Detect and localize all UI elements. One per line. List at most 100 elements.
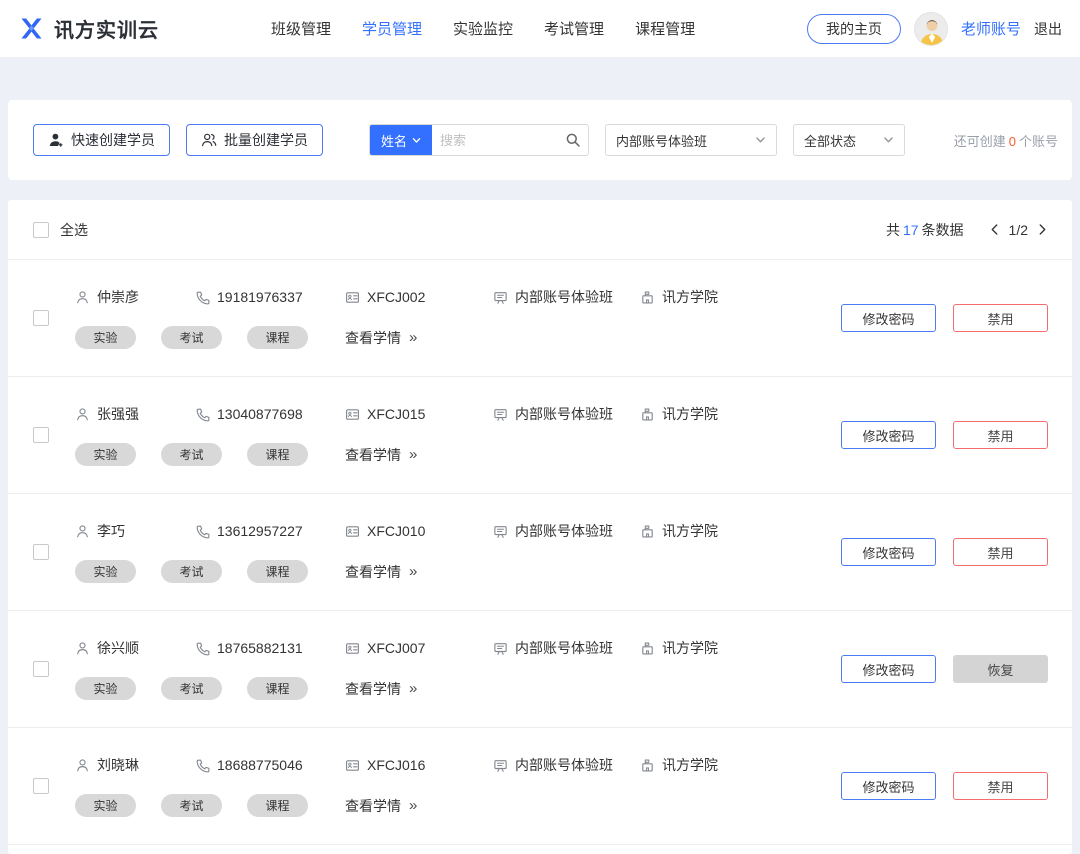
class-board-icon: [493, 641, 508, 656]
row-checkbox[interactable]: [33, 544, 49, 560]
row-main: 李巧 13612957227 XFCJ010 内部账号体验班 讯方学院 实验 考…: [75, 521, 718, 583]
view-progress-link[interactable]: 查看学情 »: [345, 445, 417, 465]
phone-icon: [195, 407, 210, 422]
quick-create-label: 快速创建学员: [71, 130, 155, 150]
disable-button[interactable]: 禁用: [953, 304, 1048, 332]
quota-count: 0: [1006, 134, 1019, 149]
row-checkbox[interactable]: [33, 778, 49, 794]
row-actions: 修改密码 禁用: [841, 421, 1048, 449]
tag-exam[interactable]: 考试: [161, 443, 222, 466]
status-filter-value: 全部状态: [804, 131, 856, 150]
tag-exam[interactable]: 考试: [161, 677, 222, 700]
search-field-selector[interactable]: 姓名: [370, 125, 432, 155]
nav-class-management[interactable]: 班级管理: [271, 18, 331, 39]
search-icon[interactable]: [558, 132, 588, 148]
tag-experiment[interactable]: 实验: [75, 677, 136, 700]
student-account: XFCJ007: [367, 640, 425, 656]
class-board-icon: [493, 758, 508, 773]
double-chevron-icon: »: [409, 329, 417, 346]
student-row: 刘晓琳 18688775046 XFCJ016 内部账号体验班 讯方学院 实验 …: [8, 728, 1072, 845]
tag-exam[interactable]: 考试: [161, 794, 222, 817]
change-password-button[interactable]: 修改密码: [841, 655, 936, 683]
list-header-row: 全选 共17条数据 1/2: [8, 200, 1072, 260]
tag-experiment[interactable]: 实验: [75, 326, 136, 349]
row-actions: 修改密码 恢复: [841, 655, 1048, 683]
change-password-button[interactable]: 修改密码: [841, 772, 936, 800]
brand-name: 讯方实训云: [54, 14, 159, 43]
tag-course[interactable]: 课程: [247, 443, 308, 466]
top-navbar: 讯方实训云 班级管理 学员管理 实验监控 考试管理 课程管理 我的主页 老师账号…: [0, 0, 1080, 58]
student-phone: 13040877698: [217, 406, 303, 422]
nav-student-management[interactable]: 学员管理: [362, 18, 422, 39]
row-checkbox[interactable]: [33, 310, 49, 326]
batch-create-student-button[interactable]: 批量创建学员: [186, 124, 323, 156]
disable-button[interactable]: 禁用: [953, 772, 1048, 800]
student-name: 张强强: [97, 404, 139, 424]
select-all-label: 全选: [60, 220, 88, 240]
status-filter-select[interactable]: 全部状态: [793, 124, 905, 156]
class-board-icon: [493, 407, 508, 422]
building-icon: [640, 524, 655, 539]
tag-exam[interactable]: 考试: [161, 326, 222, 349]
tag-course[interactable]: 课程: [247, 677, 308, 700]
tag-course[interactable]: 课程: [247, 560, 308, 583]
brand-logo-icon: [18, 16, 45, 41]
my-homepage-button[interactable]: 我的主页: [807, 14, 901, 44]
student-row: 李巧 13612957227 XFCJ010 内部账号体验班 讯方学院 实验 考…: [8, 494, 1072, 611]
nav-lab-monitor[interactable]: 实验监控: [453, 18, 513, 39]
student-account: XFCJ015: [367, 406, 425, 422]
logout-link[interactable]: 退出: [1034, 19, 1062, 39]
search-field-label: 姓名: [381, 131, 407, 150]
row-main: 张强强 13040877698 XFCJ015 内部账号体验班 讯方学院 实验 …: [75, 404, 718, 466]
disable-button[interactable]: 禁用: [953, 421, 1048, 449]
student-class: 内部账号体验班: [515, 404, 613, 424]
change-password-button[interactable]: 修改密码: [841, 538, 936, 566]
student-class: 内部账号体验班: [515, 521, 613, 541]
total-count-text: 共17条数据: [886, 220, 964, 240]
next-page-icon[interactable]: [1038, 223, 1047, 236]
prev-page-icon[interactable]: [990, 223, 999, 236]
student-name: 李巧: [97, 521, 125, 541]
select-all-checkbox[interactable]: [33, 222, 49, 238]
row-checkbox[interactable]: [33, 661, 49, 677]
people-icon: [201, 132, 217, 148]
quick-create-student-button[interactable]: 快速创建学员: [33, 124, 170, 156]
total-count: 17: [900, 222, 922, 238]
phone-icon: [195, 758, 210, 773]
tag-exam[interactable]: 考试: [161, 560, 222, 583]
search-input[interactable]: [432, 133, 558, 148]
change-password-button[interactable]: 修改密码: [841, 304, 936, 332]
view-progress-link[interactable]: 查看学情 »: [345, 679, 417, 699]
class-board-icon: [493, 524, 508, 539]
tag-experiment[interactable]: 实验: [75, 443, 136, 466]
tag-experiment[interactable]: 实验: [75, 794, 136, 817]
toolbar: 快速创建学员 批量创建学员 姓名 内部账号体验班 全部状态 还可创建0个账号: [8, 100, 1072, 180]
change-password-button[interactable]: 修改密码: [841, 421, 936, 449]
disable-button[interactable]: 禁用: [953, 538, 1048, 566]
tag-course[interactable]: 课程: [247, 326, 308, 349]
double-chevron-icon: »: [409, 797, 417, 814]
row-actions: 修改密码 禁用: [841, 772, 1048, 800]
view-progress-link[interactable]: 查看学情 »: [345, 562, 417, 582]
tag-group: 实验 考试 课程: [75, 443, 345, 466]
brand[interactable]: 讯方实训云: [18, 14, 159, 43]
student-college: 讯方学院: [662, 521, 718, 541]
student-row: 仲崇彦 19181976337 XFCJ002 内部账号体验班 讯方学院 实验 …: [8, 260, 1072, 377]
row-actions: 修改密码 禁用: [841, 304, 1048, 332]
view-progress-link[interactable]: 查看学情 »: [345, 328, 417, 348]
id-card-icon: [345, 524, 360, 539]
tag-experiment[interactable]: 实验: [75, 560, 136, 583]
nav-course-management[interactable]: 课程管理: [635, 18, 695, 39]
student-phone: 18765882131: [217, 640, 303, 656]
row-checkbox[interactable]: [33, 427, 49, 443]
view-progress-link[interactable]: 查看学情 »: [345, 796, 417, 816]
tag-course[interactable]: 课程: [247, 794, 308, 817]
restore-button[interactable]: 恢复: [953, 655, 1048, 683]
student-college: 讯方学院: [662, 287, 718, 307]
account-name[interactable]: 老师账号: [961, 18, 1021, 39]
account-quota-text: 还可创建0个账号: [954, 131, 1058, 150]
avatar[interactable]: [914, 12, 948, 46]
chevron-down-icon: [412, 137, 421, 144]
class-filter-select[interactable]: 内部账号体验班: [605, 124, 777, 156]
nav-exam-management[interactable]: 考试管理: [544, 18, 604, 39]
